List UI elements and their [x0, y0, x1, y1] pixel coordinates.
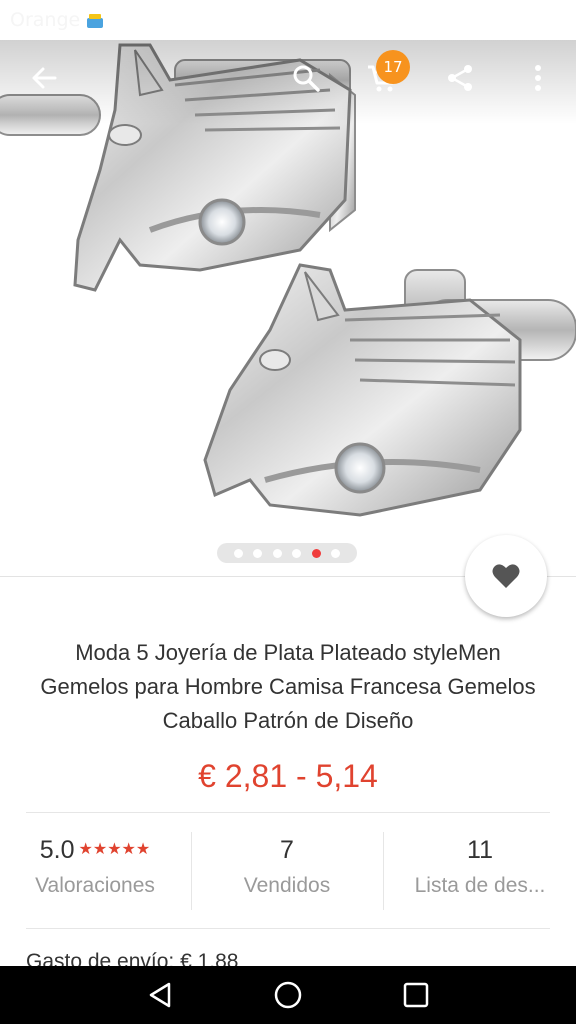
more-vert-icon — [535, 65, 541, 91]
sold-value: 7 — [280, 836, 294, 864]
product-price: € 2,81 - 5,14 — [198, 758, 378, 794]
product-stats: 5.0 ★★★★★ Valoraciones 7 Vendidos 11 List… — [0, 830, 576, 912]
pager-dot[interactable] — [272, 548, 282, 558]
pager-dot[interactable] — [331, 548, 341, 558]
stat-divider — [383, 832, 384, 910]
product-title-line: Caballo Patrón de Diseño — [162, 708, 414, 733]
pager-dot[interactable] — [253, 548, 263, 558]
status-icons — [344, 9, 492, 31]
wishlist-button[interactable] — [465, 535, 547, 617]
vibrate-icon — [346, 10, 366, 30]
clock: 8:34 — [523, 9, 566, 31]
divider — [26, 928, 550, 929]
share-button[interactable] — [436, 54, 484, 102]
carrier-notification-icon — [87, 14, 103, 28]
sold-label: Vendidos — [243, 874, 331, 897]
pager-dot[interactable] — [292, 548, 302, 558]
pager-dot[interactable] — [233, 548, 243, 558]
back-button[interactable] — [20, 54, 68, 102]
back-triangle-icon — [149, 982, 171, 1008]
top-toolbar — [0, 40, 576, 124]
wishlist-value: 11 — [467, 836, 493, 864]
product-title: Moda 5 Joyería de Plata Plateado styleMe… — [20, 636, 556, 738]
nav-recents-button[interactable] — [386, 972, 446, 1018]
system-nav-bar — [0, 966, 576, 1024]
signal-icon — [420, 10, 442, 30]
heart-icon — [492, 564, 520, 588]
search-button[interactable] — [282, 54, 330, 102]
recents-square-icon — [403, 982, 429, 1008]
rating-stat[interactable]: 5.0 ★★★★★ Valoraciones — [20, 830, 170, 912]
cart-count-badge: 17 — [376, 50, 410, 84]
share-icon — [448, 65, 472, 91]
home-circle-icon — [274, 981, 302, 1009]
wishlist-label: Lista de des... — [414, 874, 546, 897]
rating-label: Valoraciones — [35, 874, 155, 897]
wifi-icon — [379, 10, 407, 29]
wishlist-stat[interactable]: 11 Lista de des... — [400, 830, 560, 912]
nav-home-button[interactable] — [258, 972, 318, 1018]
image-pager[interactable] — [217, 543, 357, 563]
status-bar: Orange 8:34 — [0, 0, 576, 40]
search-icon — [293, 65, 320, 92]
pager-dot-active[interactable] — [311, 548, 321, 558]
battery-icon — [454, 11, 490, 29]
rating-value: 5.0 — [39, 836, 75, 864]
rating-stars: ★★★★★ — [78, 841, 151, 858]
more-options-button[interactable] — [514, 54, 562, 102]
product-title-line: Gemelos para Hombre Camisa Francesa Geme… — [40, 674, 536, 699]
product-title-line: Moda 5 Joyería de Plata Plateado styleMe… — [75, 640, 501, 665]
divider — [26, 812, 550, 813]
nav-back-button[interactable] — [130, 972, 190, 1018]
carrier-name: Orange — [10, 9, 81, 31]
sold-stat: 7 Vendidos — [192, 830, 382, 912]
product-detail-screen: Orange 8:34 17 Moda 5 Joyería de Plata P… — [0, 0, 576, 1024]
cufflink-bottom — [203, 263, 576, 517]
back-arrow-icon — [32, 67, 57, 89]
